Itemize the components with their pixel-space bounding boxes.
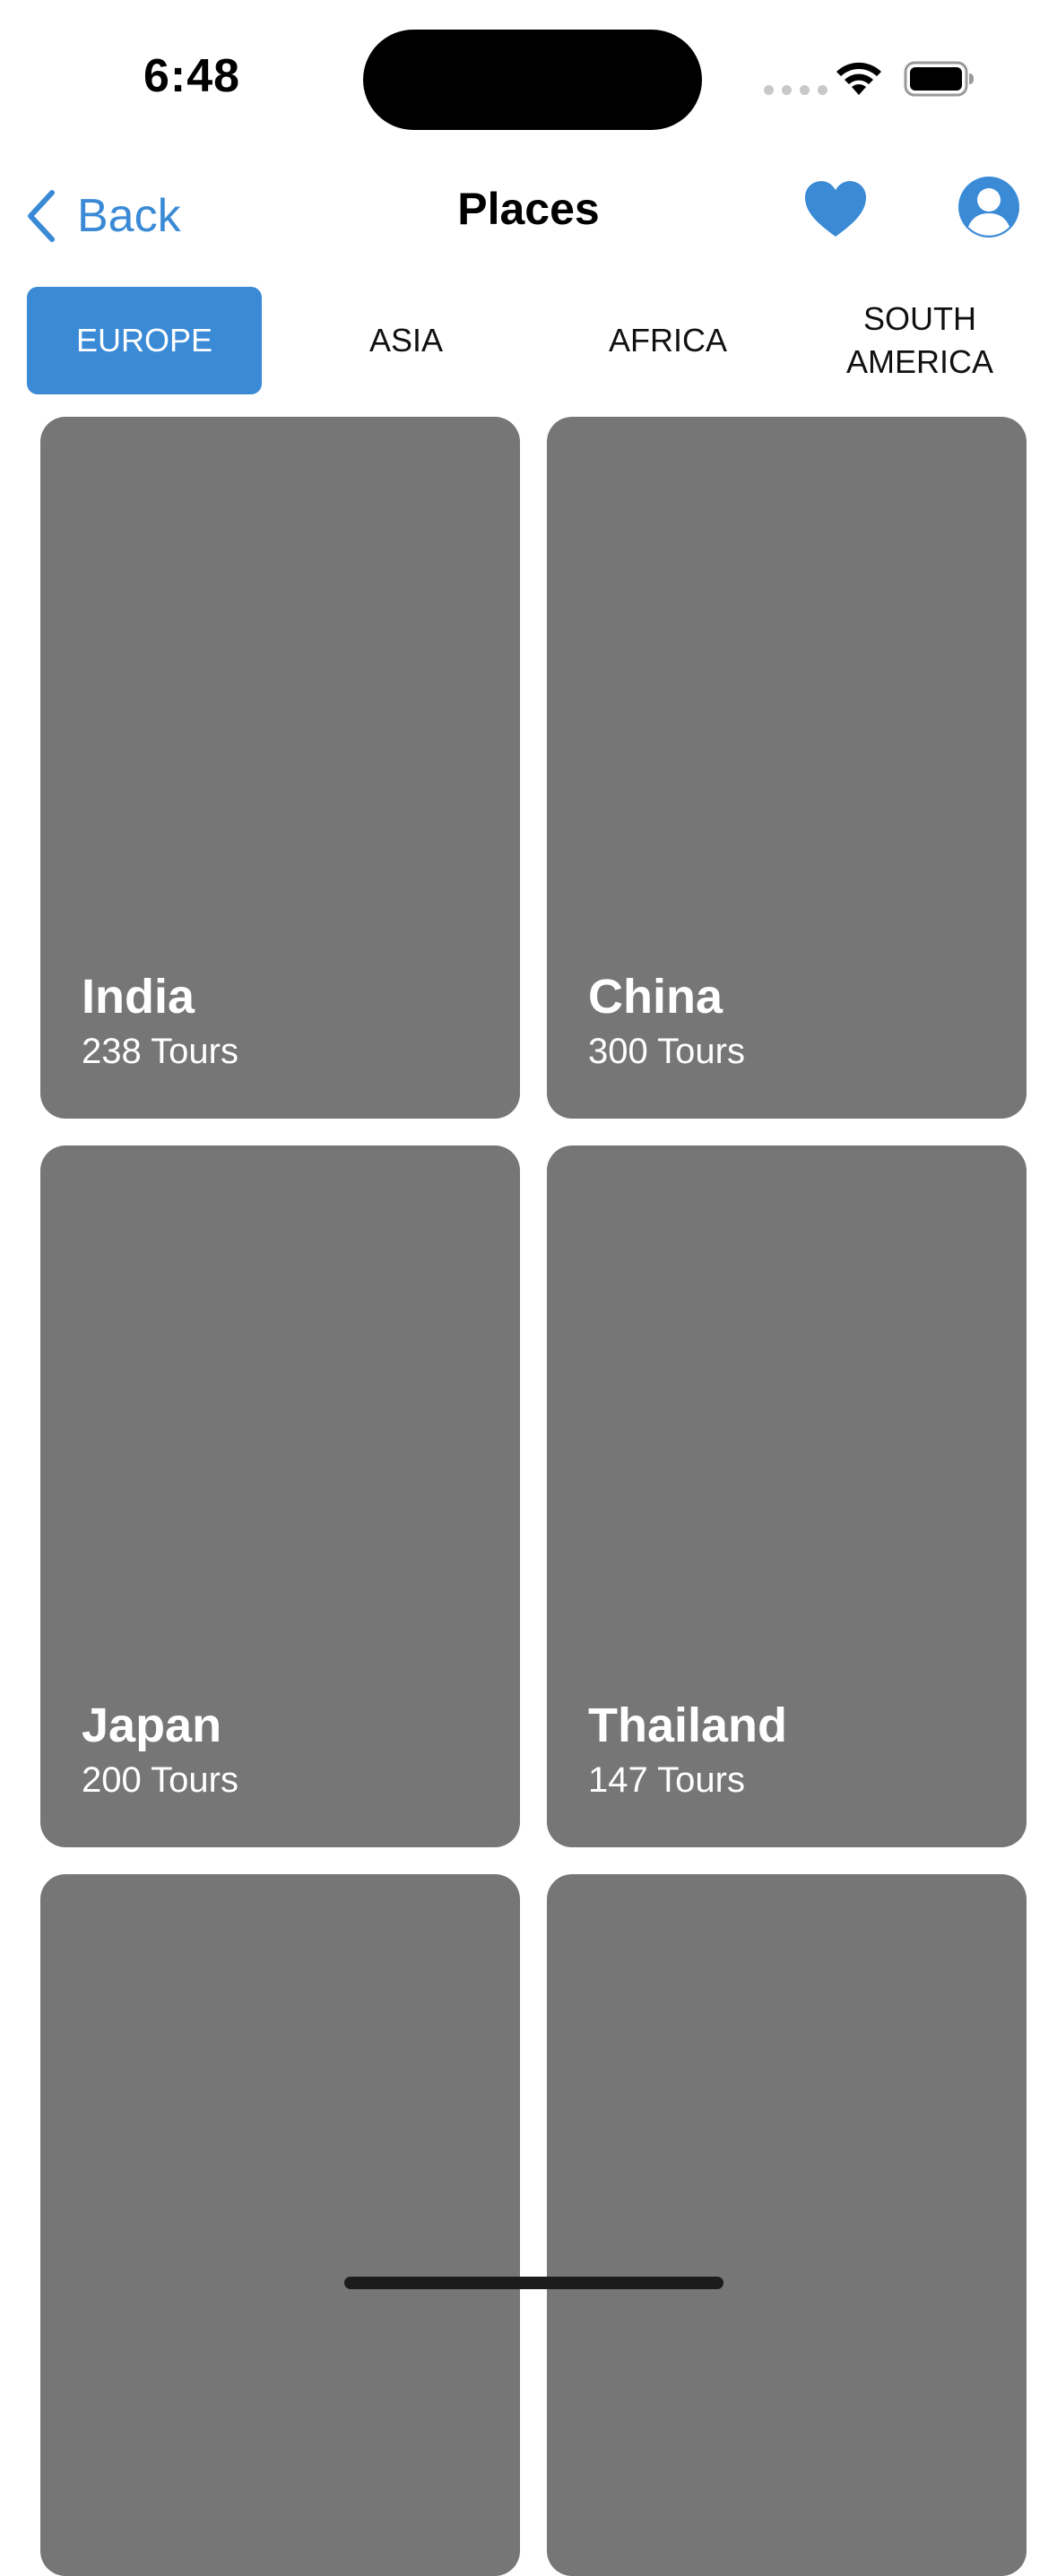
status-bar: 6:48 [0,0,1057,152]
wifi-icon [836,62,881,95]
place-name: Japan [82,1699,222,1752]
tab-south-america[interactable]: SOUTH AMERICA [825,287,1015,394]
place-name: China [588,970,723,1024]
back-label: Back [77,190,181,242]
place-name: India [82,970,195,1024]
place-card-china[interactable]: China 300 Tours [547,417,1027,1119]
navigation-bar: Back Places [0,161,1057,269]
place-tour-count: 147 Tours [588,1760,745,1800]
place-tour-count: 300 Tours [588,1032,745,1071]
heart-icon [805,181,866,237]
place-card-japan[interactable]: Japan 200 Tours [40,1145,520,1847]
region-tabs: EUROPE ASIA AFRICA SOUTH AMERICA [27,287,1040,394]
place-card-india[interactable]: India 238 Tours [40,417,520,1119]
tab-africa[interactable]: AFRICA [550,287,785,394]
person-circle-icon [958,177,1019,238]
place-name: Thailand [588,1699,788,1752]
place-tour-count: 238 Tours [82,1032,238,1071]
home-indicator[interactable] [344,2277,723,2289]
tab-europe[interactable]: EUROPE [27,287,262,394]
cellular-signal-icon [764,85,827,95]
profile-button[interactable] [957,175,1021,239]
chevron-left-icon [28,190,55,242]
favorites-button[interactable] [803,177,868,242]
dynamic-island [363,30,702,130]
battery-icon [904,61,974,97]
tab-asia[interactable]: ASIA [289,287,524,394]
status-time: 6:48 [143,50,241,102]
place-card[interactable] [547,1874,1027,2576]
place-card-thailand[interactable]: Thailand 147 Tours [547,1145,1027,1847]
place-card[interactable] [40,1874,520,2576]
back-button[interactable]: Back [23,177,181,255]
place-tour-count: 200 Tours [82,1760,238,1800]
